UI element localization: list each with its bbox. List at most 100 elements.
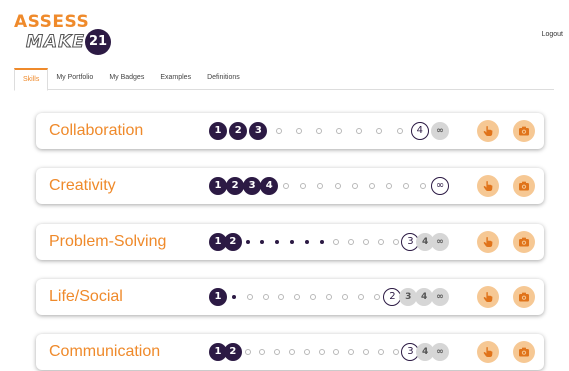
logo-text-make: MAKE <box>26 32 85 53</box>
level-locked-badge[interactable]: ∞ <box>431 122 449 140</box>
add-evidence-button[interactable] <box>477 231 499 253</box>
skill-name[interactable]: Problem-Solving <box>49 224 166 260</box>
progress-dot-empty <box>278 294 285 300</box>
camera-icon <box>519 126 529 136</box>
progress-dot-empty <box>356 128 363 134</box>
level-completed-badge[interactable]: 1 <box>209 122 227 140</box>
progress-dot-filled <box>275 240 280 244</box>
upload-photo-button[interactable] <box>513 231 535 253</box>
camera-icon <box>519 181 529 191</box>
upload-photo-button[interactable] <box>513 341 535 363</box>
skill-name[interactable]: Creativity <box>49 168 116 204</box>
progress-dot-empty <box>363 239 369 245</box>
camera-icon <box>519 347 529 357</box>
progress-dot-empty <box>294 294 301 300</box>
progress-dot-empty <box>385 183 392 189</box>
progress-dot-empty <box>368 183 375 189</box>
progress-dot-empty <box>333 239 340 245</box>
level-completed-badge[interactable]: 2 <box>223 343 242 361</box>
progress-dot-empty <box>377 239 384 245</box>
progress-dot-empty <box>419 183 426 189</box>
progress-dot-filled <box>245 240 250 244</box>
level-completed-badge[interactable]: 3 <box>243 177 262 195</box>
skill-card: Creativity 1 2 3 4 ∞ <box>36 168 544 204</box>
progress-dot-empty <box>392 349 399 355</box>
level-locked-badge[interactable]: ∞ <box>431 288 449 306</box>
progress-dot-empty <box>262 294 269 300</box>
progress-dot-filled <box>260 240 265 244</box>
skill-name[interactable]: Communication <box>49 334 160 370</box>
progress-dot-empty <box>246 294 253 300</box>
level-completed-badge[interactable]: 2 <box>223 233 242 251</box>
progress-dot-empty <box>283 183 290 189</box>
tab-skills[interactable]: Skills <box>14 68 49 91</box>
progress-dot-empty <box>315 128 322 134</box>
skill-card: Life/Social 1 2 3 4 ∞ <box>36 279 544 315</box>
progress-dot-empty <box>357 294 364 300</box>
skill-card: Communication 1 2 3 4 ∞ <box>36 334 544 370</box>
level-locked-badge[interactable]: ∞ <box>431 343 449 361</box>
progress-dot-filled <box>319 240 324 244</box>
tab-bar: Skills My Portfolio My Badges Examples D… <box>14 68 554 91</box>
progress-dot-empty <box>402 183 409 189</box>
progress-dot-empty <box>289 349 295 355</box>
progress-dot-empty <box>341 294 348 300</box>
progress-dot-empty <box>392 239 399 245</box>
camera-icon <box>519 292 529 302</box>
hand-pointer-icon <box>483 180 493 191</box>
progress-dot-empty <box>348 239 355 245</box>
progress-dot-empty <box>244 349 251 355</box>
level-completed-badge[interactable]: 1 <box>209 288 227 306</box>
progress-dot-empty <box>336 128 343 134</box>
skill-card: Collaboration 1 2 3 4 ∞ <box>36 113 544 149</box>
hand-pointer-icon <box>483 125 493 136</box>
hand-pointer-icon <box>483 236 493 247</box>
tab-definitions[interactable]: Definitions <box>199 68 248 90</box>
app-logo: ASSESS MAKE 21 <box>14 12 124 55</box>
add-evidence-button[interactable] <box>477 341 499 363</box>
progress-dot-filled <box>290 240 294 244</box>
progress-dot-empty <box>318 349 325 355</box>
progress-dot-empty <box>303 349 310 355</box>
progress-dot-empty <box>333 349 340 355</box>
progress-dot-empty <box>373 294 380 300</box>
level-completed-badge[interactable]: 1 <box>209 177 227 195</box>
progress-dot-filled <box>304 240 309 244</box>
progress-dot-empty <box>326 294 332 300</box>
tab-my-portfolio[interactable]: My Portfolio <box>48 68 101 90</box>
logo-text-assess: ASSESS <box>14 12 90 32</box>
hand-pointer-icon <box>483 346 493 357</box>
level-completed-badge[interactable]: 4 <box>260 177 279 195</box>
tab-examples[interactable]: Examples <box>152 68 199 90</box>
progress-dot-empty <box>334 183 341 189</box>
progress-dot-empty <box>377 349 384 355</box>
camera-icon <box>519 237 529 247</box>
skill-name[interactable]: Life/Social <box>49 279 123 315</box>
logout-link[interactable]: Logout <box>542 31 563 38</box>
skill-name[interactable]: Collaboration <box>49 113 143 149</box>
add-evidence-button[interactable] <box>477 120 499 142</box>
progress-dot-empty <box>348 349 355 355</box>
progress-dot-empty <box>275 128 282 134</box>
add-evidence-button[interactable] <box>477 286 499 308</box>
level-completed-badge[interactable]: 2 <box>229 122 248 140</box>
level-target-badge[interactable]: 4 <box>410 122 429 140</box>
progress-dot-empty <box>317 183 324 189</box>
upload-photo-button[interactable] <box>513 175 535 197</box>
tab-my-badges[interactable]: My Badges <box>101 68 152 90</box>
progress-dot-empty <box>351 183 358 189</box>
level-locked-badge[interactable]: ∞ <box>431 233 449 251</box>
progress-dot-empty <box>376 128 383 134</box>
progress-dot-filled <box>231 295 236 299</box>
hand-pointer-icon <box>483 291 493 302</box>
level-completed-badge[interactable]: 2 <box>226 177 245 195</box>
upload-photo-button[interactable] <box>513 120 535 142</box>
upload-photo-button[interactable] <box>513 286 535 308</box>
progress-dot-empty <box>396 128 403 134</box>
add-evidence-button[interactable] <box>477 175 499 197</box>
progress-dot-empty <box>259 349 266 355</box>
level-target-badge[interactable]: ∞ <box>431 177 449 195</box>
progress-dot-empty <box>300 183 307 189</box>
progress-dot-empty <box>363 349 369 355</box>
level-completed-badge[interactable]: 3 <box>249 122 268 140</box>
